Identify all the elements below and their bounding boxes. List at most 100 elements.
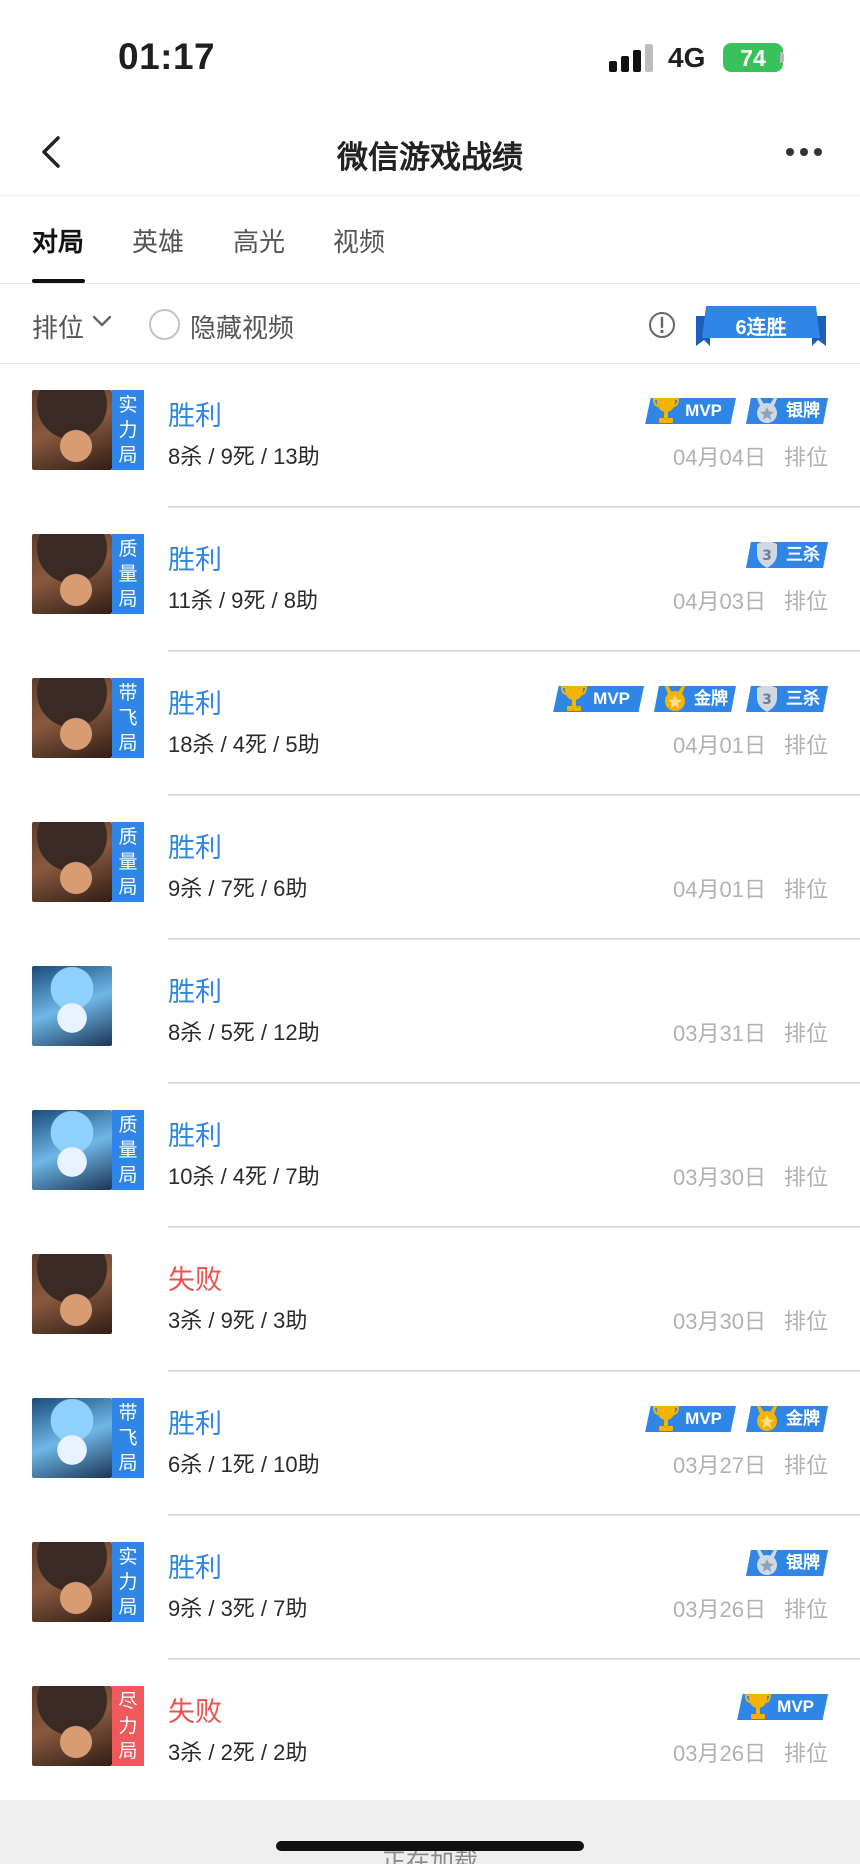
match-date: 03月30日 (673, 1165, 766, 1190)
match-mode: 排位 (783, 1165, 828, 1190)
match-row[interactable]: 带 飞 局胜利 6杀 / 1死 / 10助 03月27日 排位 MVP 金牌 (0, 1372, 860, 1516)
match-meta: 03月26日 排位 (673, 1736, 828, 1768)
chevron-down-icon (92, 315, 112, 327)
match-badges: MVP 金牌 3 三杀 (553, 682, 828, 712)
match-kda: 6杀 / 1死 / 10助 (168, 1452, 320, 1477)
badge-label: 银牌 (786, 1553, 820, 1572)
match-mode: 排位 (783, 1453, 828, 1478)
match-mode: 排位 (783, 1741, 828, 1766)
match-kda: 3杀 / 2死 / 2助 (168, 1740, 308, 1765)
info-icon[interactable] (648, 311, 676, 339)
medal-icon (664, 686, 686, 711)
match-tag: 质 量 局 (112, 822, 144, 902)
match-tag: 尽 力 局 (112, 1686, 144, 1766)
home-indicator[interactable] (276, 1841, 584, 1851)
tab-videos[interactable]: 视频 (333, 222, 385, 259)
match-meta: 03月27日 排位 (673, 1448, 828, 1480)
hero-avatar (32, 966, 112, 1046)
badge-label: 金牌 (786, 1409, 820, 1428)
match-kda: 8杀 / 9死 / 13助 (168, 444, 320, 469)
win-streak-label: 6连胜 (735, 317, 787, 339)
hide-video-radio[interactable] (149, 309, 180, 340)
match-result: 胜利 (168, 545, 222, 575)
match-date: 04月01日 (673, 733, 766, 758)
match-date: 03月26日 (673, 1597, 766, 1622)
match-mode: 排位 (783, 445, 828, 470)
match-date: 03月26日 (673, 1741, 766, 1766)
badge-label: 银牌 (786, 401, 820, 420)
match-result: 胜利 (168, 833, 222, 863)
hero-avatar (32, 390, 112, 470)
badge-mvp: MVP (553, 686, 644, 712)
match-meta: 03月30日 排位 (673, 1304, 828, 1336)
trophy-icon (653, 398, 680, 423)
badge-label: MVP (593, 689, 630, 708)
match-tag: 实 力 局 (112, 390, 144, 470)
match-badges: MVP 银牌 (645, 394, 828, 424)
hero-avatar (32, 1254, 112, 1334)
match-row[interactable]: 失败 3杀 / 9死 / 3助 03月30日 排位 (0, 1228, 860, 1372)
tab-heroes[interactable]: 英雄 (132, 222, 184, 259)
hide-video-label[interactable]: 隐藏视频 (190, 308, 294, 345)
match-mode: 排位 (783, 589, 828, 614)
battery-level: 74 (740, 45, 766, 71)
match-meta: 03月31日 排位 (673, 1016, 828, 1048)
match-kda: 18杀 / 4死 / 5助 (168, 732, 320, 757)
hero-avatar (32, 1110, 112, 1190)
mode-dropdown[interactable]: 排位 (32, 308, 84, 345)
match-date: 03月30日 (673, 1309, 766, 1334)
match-badges: 3 三杀 (746, 538, 828, 568)
tab-matches[interactable]: 对局 (32, 222, 84, 259)
match-badges: 银牌 (746, 1546, 828, 1576)
svg-text:3: 3 (762, 692, 772, 708)
match-badges: MVP 金牌 (645, 1402, 828, 1432)
match-mode: 排位 (783, 733, 828, 758)
bottom-area: 正在加载 (0, 1800, 860, 1864)
match-row[interactable]: 质 量 局胜利 10杀 / 4死 / 7助 03月30日 排位 (0, 1084, 860, 1228)
match-row[interactable]: 胜利 8杀 / 5死 / 12助 03月31日 排位 (0, 940, 860, 1084)
match-meta: 03月30日 排位 (673, 1160, 828, 1192)
match-kda: 9杀 / 3死 / 7助 (168, 1596, 308, 1621)
match-meta: 03月26日 排位 (673, 1592, 828, 1624)
match-tag: 实 力 局 (112, 1542, 144, 1622)
match-badges: MVP (737, 1690, 828, 1720)
more-icon[interactable] (786, 148, 822, 158)
trophy-icon (653, 1406, 680, 1431)
badge-label: MVP (685, 401, 722, 420)
match-tag: 带 飞 局 (112, 678, 144, 758)
match-mode: 排位 (783, 877, 828, 902)
badge-label: MVP (777, 1697, 814, 1716)
badge-triple-kill: 3 三杀 (746, 542, 828, 568)
network-label: 4G (668, 42, 706, 73)
battery-icon: 74 (723, 43, 783, 72)
badge-triple-kill: 3 三杀 (746, 686, 828, 712)
svg-text:3: 3 (762, 548, 772, 564)
match-list: 实 力 局胜利 8杀 / 9死 / 13助 04月04日 排位 MVP 银牌质 量 局胜利… (0, 364, 860, 1804)
match-result: 胜利 (168, 977, 222, 1007)
match-kda: 9杀 / 7死 / 6助 (168, 876, 308, 901)
tab-highlights[interactable]: 高光 (233, 222, 285, 259)
match-row[interactable]: 实 力 局胜利 8杀 / 9死 / 13助 04月04日 排位 MVP 银牌 (0, 364, 860, 508)
hero-avatar (32, 1542, 112, 1622)
match-meta: 04月03日 排位 (673, 584, 828, 616)
match-result: 胜利 (168, 689, 222, 719)
hero-avatar (32, 822, 112, 902)
medal-icon (756, 398, 778, 423)
match-row[interactable]: 实 力 局胜利 9杀 / 3死 / 7助 03月26日 排位 银牌 (0, 1516, 860, 1660)
signal-icon (609, 44, 653, 72)
match-row[interactable]: 质 量 局胜利 11杀 / 9死 / 8助 04月03日 排位 3 三杀 (0, 508, 860, 652)
hero-avatar (32, 678, 112, 758)
badge-label: 三杀 (786, 689, 820, 708)
match-row[interactable]: 尽 力 局失败 3杀 / 2死 / 2助 03月26日 排位 MVP (0, 1660, 860, 1804)
match-mode: 排位 (783, 1309, 828, 1334)
medal-icon (756, 1550, 778, 1575)
match-row[interactable]: 带 飞 局胜利 18杀 / 4死 / 5助 04月01日 排位 MVP 金牌 3 三杀 (0, 652, 860, 796)
tab-indicator (32, 279, 85, 283)
shield-icon: 3 (757, 686, 777, 712)
page-title: 微信游戏战绩 (337, 140, 523, 175)
match-meta: 04月01日 排位 (673, 728, 828, 760)
match-row[interactable]: 质 量 局胜利 9杀 / 7死 / 6助 04月01日 排位 (0, 796, 860, 940)
trophy-icon (745, 1694, 772, 1719)
match-mode: 排位 (783, 1597, 828, 1622)
match-tag: 质 量 局 (112, 534, 144, 614)
